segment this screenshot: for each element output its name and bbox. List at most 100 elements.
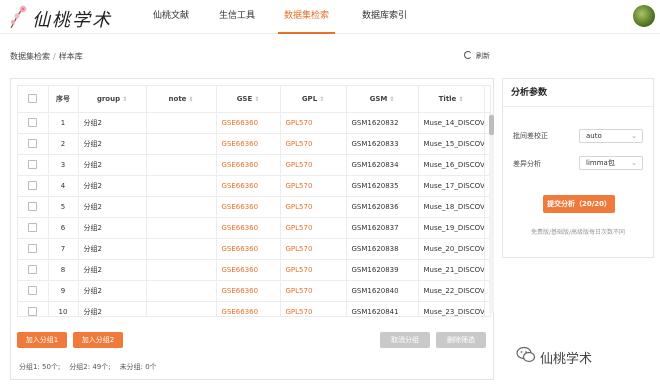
add-to-group2-button[interactable]: 加入分组2 [73,332,123,348]
chevron-down-icon: ⌄ [631,159,637,167]
col-header-note[interactable]: note ⇕ [146,86,217,113]
col-header-sample[interactable]: Sa [484,86,490,113]
cell-note [146,280,217,302]
nav-item-literature[interactable]: 仙桃文献 [153,0,189,34]
batch-correction-select[interactable]: auto ⌄ [579,129,643,143]
col-header-gsm[interactable]: GSM ⇕ [346,86,419,113]
brand-logo[interactable]: 仙桃学术 [8,4,118,31]
cell-gse-link[interactable]: GSE66360 [216,217,281,239]
table-row[interactable]: 2 分组2 GSE66360 GPL570 GSM1620833 Muse_15_DISC… [18,133,490,155]
checkbox[interactable] [28,244,38,253]
table-row[interactable]: 4 分组2 GSE66360 GPL570 GSM1620835 Muse_17_DISC… [18,175,490,197]
row-checkbox[interactable] [18,217,49,239]
table-row[interactable]: 8 分组2 GSE66360 GPL570 GSM1620839 Muse_21_DISC… [18,259,490,281]
row-checkbox[interactable] [18,280,49,302]
table-scrollbar-thumb[interactable] [489,115,494,135]
table-scrollbar-track[interactable] [489,113,494,313]
breadcrumb-parent[interactable]: 数据集检索 [10,52,50,61]
row-checkbox[interactable] [18,259,49,281]
cell-group: 分组2 [78,259,147,281]
checkbox[interactable] [28,223,38,232]
sort-icon[interactable]: ⇕ [188,96,193,103]
diff-analysis-select[interactable]: limma包 ⌄ [579,156,643,170]
col-header-group[interactable]: group ⇕ [78,86,147,113]
nav-item-bioinfo-tools[interactable]: 生信工具 [219,0,255,34]
cell-index: 1 [48,112,79,134]
cell-gpl-link[interactable]: GPL570 [280,154,347,176]
cell-gse-link[interactable]: GSE66360 [216,154,281,176]
sort-icon[interactable]: ⇕ [458,96,463,103]
user-avatar[interactable] [633,5,655,27]
cell-gse-link[interactable]: GSE66360 [216,280,281,302]
submit-analysis-button[interactable]: 提交分析（20/20） [543,195,615,213]
select-all-checkbox[interactable] [18,86,49,113]
cell-index: 9 [48,280,79,302]
add-to-group1-button[interactable]: 加入分组1 [17,332,67,348]
cell-gse-link[interactable]: GSE66360 [216,112,281,134]
table-row[interactable]: 9 分组2 GSE66360 GPL570 GSM1620840 Muse_22_DISC… [18,280,490,302]
row-checkbox[interactable] [18,154,49,176]
cell-gse-link[interactable]: GSE66360 [216,196,281,218]
row-checkbox[interactable] [18,133,49,155]
cell-title: Muse_16_DISCOVE [418,154,485,176]
checkbox[interactable] [28,118,38,127]
table-row[interactable]: 6 分组2 GSE66360 GPL570 GSM1620837 Muse_19_DISC… [18,217,490,239]
row-checkbox[interactable] [18,196,49,218]
nav-item-database-index[interactable]: 数据库索引 [362,0,407,34]
cell-gpl-link[interactable]: GPL570 [280,238,347,260]
checkbox[interactable] [28,265,38,274]
cell-gsm: GSM1620832 [346,112,419,134]
delete-filter-button[interactable]: 删除筛选 [436,332,486,348]
row-checkbox[interactable] [18,112,49,134]
table-row[interactable]: 1 分组2 GSE66360 GPL570 GSM1620832 Muse_14_DISC… [18,112,490,134]
cell-index: 3 [48,154,79,176]
cell-gsm: GSM1620841 [346,301,419,316]
sort-icon[interactable]: ⇕ [319,96,324,103]
nav-item-dataset-search[interactable]: 数据集检索 [278,0,336,34]
cell-gse-link[interactable]: GSE66360 [216,175,281,197]
sort-icon[interactable]: ⇕ [254,96,259,103]
cell-gpl-link[interactable]: GPL570 [280,112,347,134]
checkbox[interactable] [28,307,38,316]
col-header-gse[interactable]: GSE ⇕ [216,86,281,113]
cell-title: Muse_20_DISCOVE [418,238,485,260]
checkbox[interactable] [28,139,38,148]
checkbox[interactable] [28,160,38,169]
cell-gse-link[interactable]: GSE66360 [216,259,281,281]
checkbox[interactable] [28,202,38,211]
col-header-title[interactable]: Title ⇕ [418,86,485,113]
top-nav: 仙桃学术 仙桃文献 生信工具 数据集检索 数据库索引 [0,0,660,34]
cell-group: 分组2 [78,280,147,302]
table-row[interactable]: 5 分组2 GSE66360 GPL570 GSM1620836 Muse_18_DISC… [18,196,490,218]
cell-title: Muse_17_DISCOVE [418,175,485,197]
refresh-button[interactable]: 刷新 [464,51,490,61]
sort-icon[interactable]: ⇕ [122,96,127,103]
table-row[interactable]: 10 分组2 GSE66360 GPL570 GSM1620841 Muse_23_DIS… [18,301,490,316]
sort-icon[interactable]: ⇕ [389,96,394,103]
chevron-down-icon: ⌄ [631,132,637,140]
batch-correction-value: auto [586,132,602,140]
cell-gpl-link[interactable]: GPL570 [280,259,347,281]
table-row[interactable]: 3 分组2 GSE66360 GPL570 GSM1620834 Muse_16_DISC… [18,154,490,176]
cell-note [146,196,217,218]
cell-gpl-link[interactable]: GPL570 [280,217,347,239]
cell-gpl-link[interactable]: GPL570 [280,196,347,218]
cell-gse-link[interactable]: GSE66360 [216,133,281,155]
row-checkbox[interactable] [18,238,49,260]
table-row[interactable]: 7 分组2 GSE66360 GPL570 GSM1620838 Muse_20_DISC… [18,238,490,260]
row-checkbox[interactable] [18,175,49,197]
col-header-gpl[interactable]: GPL ⇕ [280,86,347,113]
checkbox[interactable] [28,286,38,295]
cell-title: Muse_14_DISCOVE [418,112,485,134]
cell-gpl-link[interactable]: GPL570 [280,280,347,302]
cell-gpl-link[interactable]: GPL570 [280,175,347,197]
cell-gpl-link[interactable]: GPL570 [280,301,347,316]
cell-gse-link[interactable]: GSE66360 [216,238,281,260]
cancel-group-button[interactable]: 取消分组 [380,332,430,348]
row-checkbox[interactable] [18,301,49,316]
peach-blossom-icon [10,5,27,29]
cell-gse-link[interactable]: GSE66360 [216,301,281,316]
cell-gpl-link[interactable]: GPL570 [280,133,347,155]
checkbox[interactable] [28,181,38,190]
cell-gsm: GSM1620839 [346,259,419,281]
